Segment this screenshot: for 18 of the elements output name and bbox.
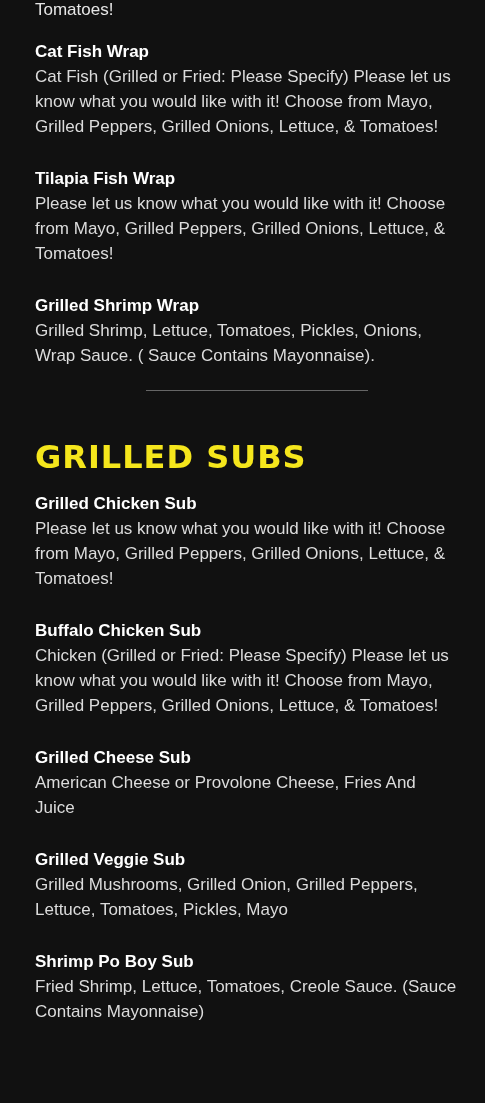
item-name: Grilled Shrimp Wrap (35, 295, 201, 317)
item-name: Cat Fish Wrap (35, 41, 150, 63)
item-name: Tilapia Fish Wrap (35, 168, 177, 190)
item-description: Please let us know what you would like with it! Choose from Mayo, Grilled Peppers, Grilled Onions, Lettuce, & Tomatoes! (35, 518, 447, 590)
item-name: Shrimp Po Boy Sub (35, 951, 195, 973)
item-description: Fried Shrimp, Lettuce, Tomatoes, Creole Sauce. (Sauce Contains Mayonnaise) (35, 976, 458, 1023)
item-description: Please let us know what you would like with it! Choose from Mayo, Grilled Peppers, Grilled Onions, Lettuce, & Tomatoes! (35, 193, 447, 265)
item-description: Tomatoes! (35, 0, 115, 19)
item-name: Grilled Chicken Sub (35, 493, 198, 515)
section-heading: GRILLED SUBS (35, 437, 308, 477)
item-description: American Cheese or Provolone Cheese, Fries And Juice (35, 772, 417, 819)
item-name: Grilled Cheese Sub (35, 747, 192, 769)
item-description: Cat Fish (Grilled or Fried: Please Specify) Please let us know what you would like with it! Choose from Mayo, Grilled Peppers, Grilled Onions, Lettuce, & Tomatoes! (35, 66, 452, 138)
item-description: Grilled Shrimp, Lettuce, Tomatoes, Pickles, Onions, Wrap Sauce. ( Sauce Contains Mayonnaise). (35, 320, 424, 367)
item-description: Grilled Mushrooms, Grilled Onion, Grilled Peppers, Lettuce, Tomatoes, Pickles, Mayo (35, 874, 419, 921)
item-name: Grilled Veggie Sub (35, 849, 187, 871)
item-description: Chicken (Grilled or Fried: Please Specify) Please let us know what you would like with it! Choose from Mayo, Grilled Peppers, Grilled Onions, Lettuce, & Tomatoes! (35, 645, 450, 717)
item-name: Buffalo Chicken Sub (35, 620, 203, 642)
